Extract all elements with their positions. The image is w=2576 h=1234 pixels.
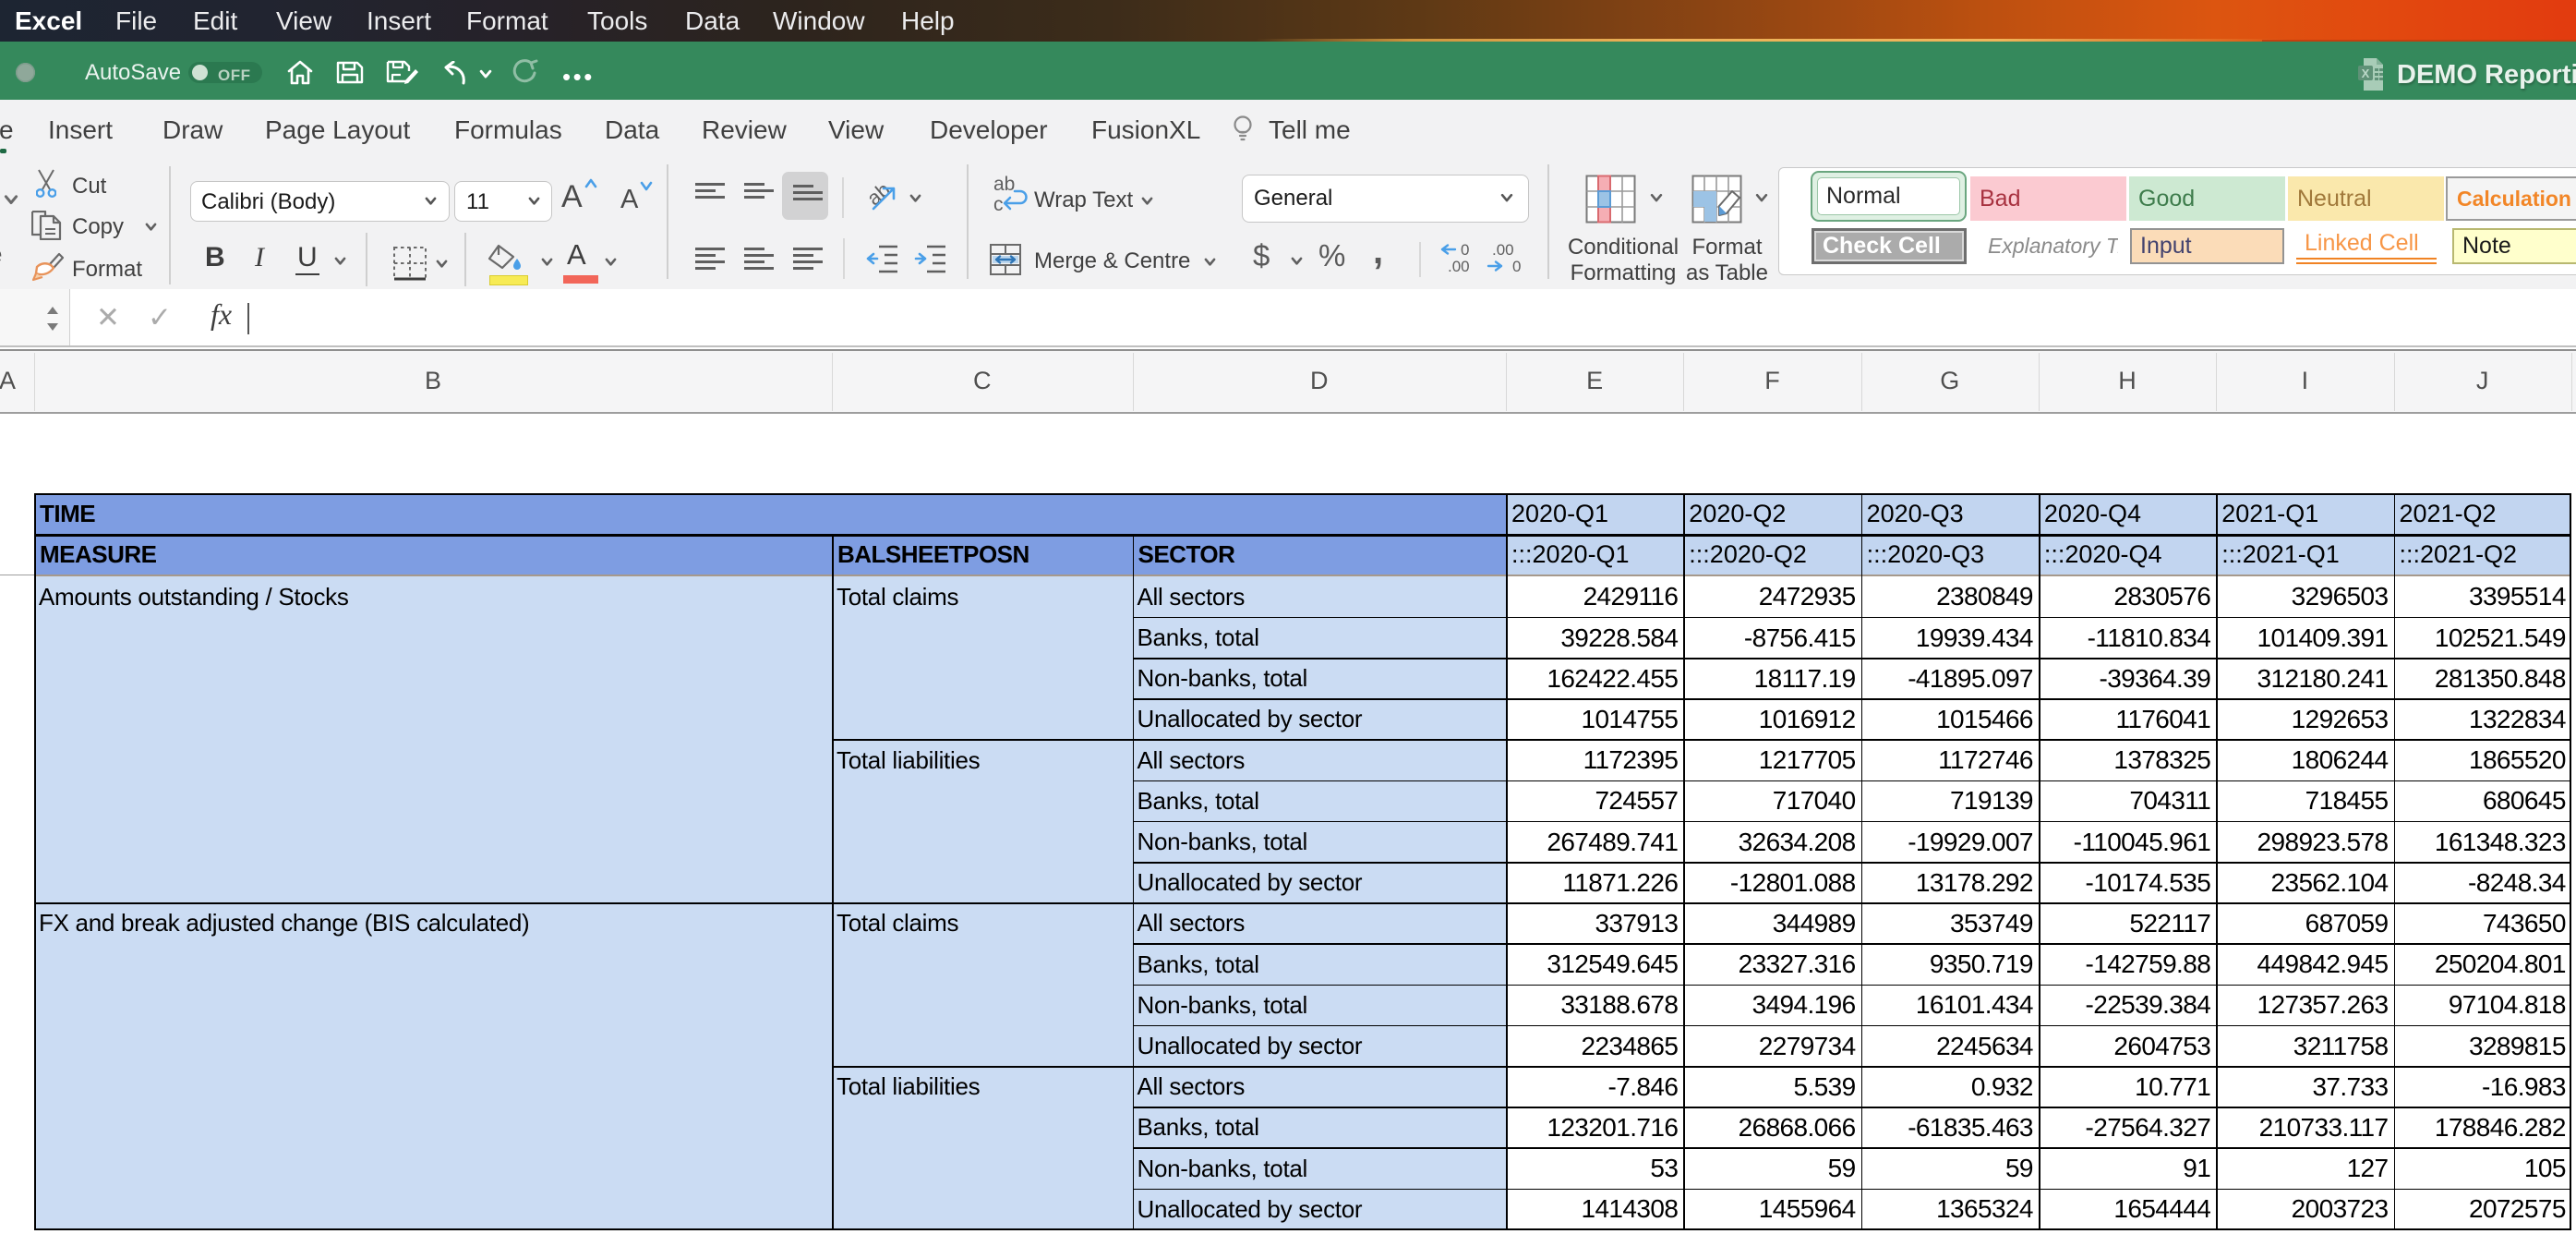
svg-text:0: 0: [1512, 258, 1521, 275]
svg-text:.00: .00: [1492, 242, 1514, 259]
svg-text:ab: ab: [993, 175, 1015, 195]
svg-text:X: X: [2362, 67, 2370, 80]
svg-text:.00: .00: [1448, 258, 1470, 275]
svg-text:0: 0: [1461, 242, 1469, 259]
svg-text:c: c: [993, 194, 1004, 215]
